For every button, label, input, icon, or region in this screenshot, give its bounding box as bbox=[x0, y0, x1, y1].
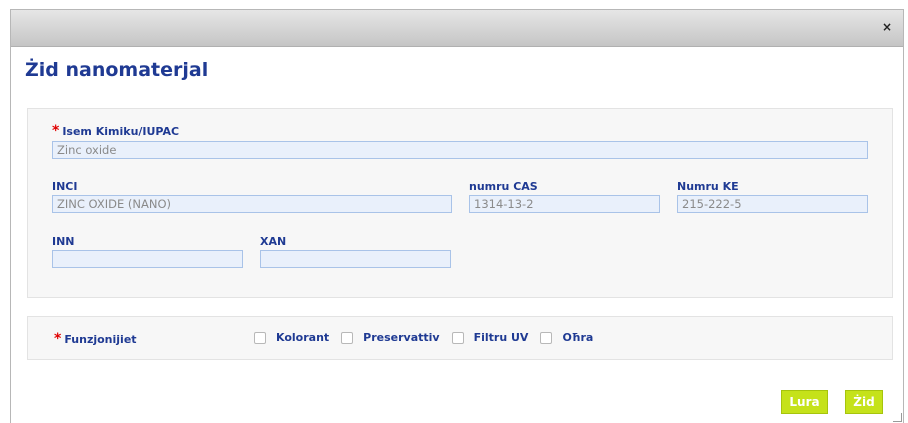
checkbox-uv-filter-label[interactable]: Filtru UV bbox=[474, 331, 529, 344]
functions-panel: * Funzjonijiet Kolorant Preservattiv Filt… bbox=[27, 316, 893, 360]
xan-input[interactable] bbox=[260, 250, 451, 268]
dialog-titlebar[interactable]: × bbox=[11, 10, 903, 47]
chem-name-input[interactable] bbox=[52, 141, 868, 159]
add-button[interactable]: Żid bbox=[845, 390, 883, 414]
checkbox-preservative-label[interactable]: Preservattiv bbox=[363, 331, 439, 344]
add-nanomaterial-dialog: × Żid nanomaterjal *Isem Kimiku/IUPAC IN… bbox=[10, 9, 904, 423]
inn-label: INN bbox=[52, 235, 75, 248]
xan-label: XAN bbox=[260, 235, 287, 248]
checkbox-other-label[interactable]: Oħra bbox=[562, 331, 593, 344]
inci-label: INCI bbox=[52, 180, 78, 193]
checkbox-preservative[interactable] bbox=[341, 331, 354, 344]
checkbox-other[interactable] bbox=[540, 331, 553, 344]
resize-grip-icon[interactable] bbox=[893, 413, 902, 422]
functions-checkbox-group: Kolorant Preservattiv Filtru UV Oħra bbox=[254, 331, 605, 344]
checkbox-colorant-label[interactable]: Kolorant bbox=[276, 331, 329, 344]
cas-label: numru CAS bbox=[469, 180, 538, 193]
checkbox-uv-filter[interactable] bbox=[451, 331, 464, 344]
chem-name-label: * Isem Kimiku/IUPAC bbox=[52, 123, 180, 139]
inci-input[interactable] bbox=[52, 195, 452, 213]
dialog-title: Żid nanomaterjal bbox=[25, 59, 209, 81]
back-button[interactable]: Lura bbox=[781, 390, 828, 414]
ke-label: Numru KE bbox=[677, 180, 739, 193]
inn-input[interactable] bbox=[52, 250, 243, 268]
cas-input[interactable] bbox=[469, 195, 660, 213]
identification-panel: *Isem Kimiku/IUPAC INCI numru CAS Numru … bbox=[27, 108, 893, 298]
close-icon[interactable]: × bbox=[879, 19, 895, 35]
functions-label: * Funzjonijiet bbox=[54, 331, 137, 347]
required-marker: * bbox=[54, 331, 62, 347]
ke-input[interactable] bbox=[677, 195, 868, 213]
checkbox-colorant[interactable] bbox=[254, 331, 266, 344]
required-marker: * bbox=[52, 123, 60, 139]
